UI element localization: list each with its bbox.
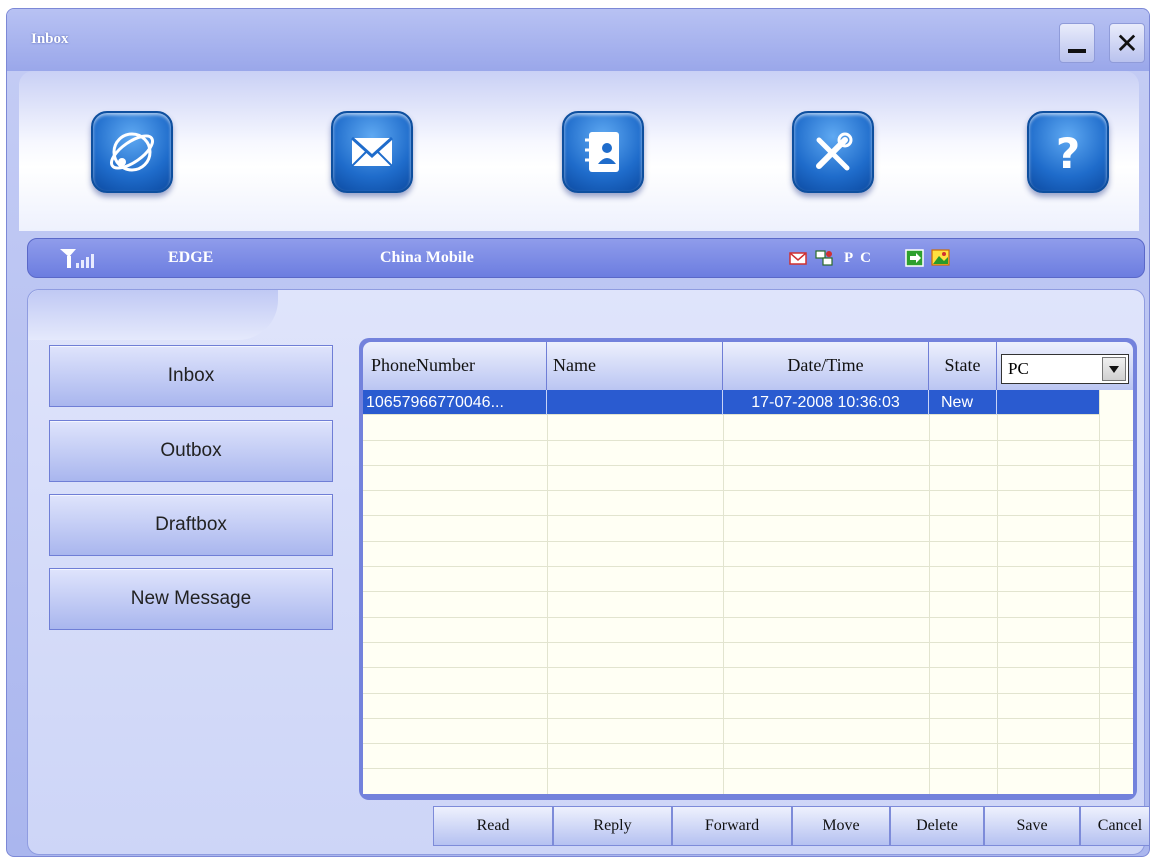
close-icon: ✕ <box>1115 26 1139 60</box>
sidebar-item-inbox[interactable]: Inbox <box>49 345 333 407</box>
main-toolbar: ? <box>19 71 1139 231</box>
cell-name <box>547 390 723 415</box>
read-button[interactable]: Read <box>433 806 553 846</box>
sidebar-item-new-message[interactable]: New Message <box>49 568 333 630</box>
table-row <box>363 415 1133 441</box>
sidebar-item-outbox[interactable]: Outbox <box>49 420 333 482</box>
status-bar: EDGE China Mobile P C <box>27 238 1145 278</box>
table-row <box>363 719 1133 745</box>
chevron-down-icon <box>1109 365 1119 373</box>
close-button[interactable]: ✕ <box>1109 23 1145 63</box>
content-panel: Inbox Outbox Draftbox New Message PhoneN… <box>27 289 1149 855</box>
delete-button[interactable]: Delete <box>890 806 984 846</box>
table-header: PhoneNumber Name Date/Time State PC <box>363 342 1133 390</box>
table-body: 10657966770046... 17-07-2008 10:36:03 Ne… <box>363 390 1133 794</box>
operator-name: China Mobile <box>380 249 474 266</box>
signal-strength-icon <box>60 249 94 268</box>
window-title: Inbox <box>31 31 69 47</box>
title-bar: Inbox ✕ <box>7 9 1149 71</box>
table-row <box>363 770 1133 794</box>
cancel-button[interactable]: Cancel <box>1080 806 1149 846</box>
phonebook-button[interactable] <box>562 111 644 193</box>
message-table: PhoneNumber Name Date/Time State PC 1065… <box>359 338 1137 800</box>
status-icons: P C <box>788 248 951 268</box>
panel-tab-decoration <box>28 290 278 340</box>
messages-button[interactable] <box>331 111 413 193</box>
forward-button[interactable]: Forward <box>672 806 792 846</box>
table-row <box>363 542 1133 568</box>
column-header-name[interactable]: Name <box>547 342 723 390</box>
table-row <box>363 491 1133 517</box>
cell-state: New <box>929 390 997 415</box>
internet-icon <box>110 132 154 172</box>
sms-window: Inbox ✕ ? EDGE China Mobile P C Inbox Ou… <box>6 8 1150 857</box>
storage-filter-value: PC <box>1008 359 1029 378</box>
column-header-state[interactable]: State <box>929 342 997 390</box>
minimize-button[interactable] <box>1059 23 1095 63</box>
table-row <box>363 744 1133 770</box>
sms-envelope-icon <box>350 136 394 167</box>
table-row <box>363 643 1133 669</box>
storage-label: P C <box>844 249 873 266</box>
move-button[interactable]: Move <box>792 806 890 846</box>
table-row <box>363 592 1133 618</box>
table-row <box>363 466 1133 492</box>
sidebar-item-draftbox[interactable]: Draftbox <box>49 494 333 556</box>
table-row <box>363 441 1133 466</box>
export-icon <box>905 249 924 267</box>
minimize-icon <box>1068 49 1086 53</box>
table-row[interactable]: 10657966770046... 17-07-2008 10:36:03 Ne… <box>363 390 1099 416</box>
dropdown-arrow-button[interactable] <box>1102 357 1126 381</box>
svg-text:?: ? <box>1056 129 1080 178</box>
table-row <box>363 618 1133 643</box>
cell-datetime: 17-07-2008 10:36:03 <box>723 390 929 415</box>
connection-icon <box>815 250 833 266</box>
settings-tools-icon <box>816 132 853 171</box>
table-row <box>363 694 1133 719</box>
storage-filter-select[interactable]: PC <box>1001 354 1129 384</box>
help-button[interactable]: ? <box>1027 111 1109 193</box>
new-message-icon <box>789 252 807 265</box>
action-button-bar: Read Reply Forward Move Delete Save Canc… <box>433 806 1149 846</box>
internet-button[interactable] <box>91 111 173 193</box>
phonebook-icon <box>585 132 619 172</box>
table-row <box>363 668 1133 694</box>
network-type: EDGE <box>168 249 214 266</box>
table-row <box>363 567 1133 593</box>
table-row <box>363 517 1133 542</box>
column-header-phonenumber[interactable]: PhoneNumber <box>363 342 547 390</box>
cell-phone-number: 10657966770046... <box>363 390 547 415</box>
image-icon <box>931 249 950 266</box>
column-header-datetime[interactable]: Date/Time <box>723 342 929 390</box>
reply-button[interactable]: Reply <box>553 806 672 846</box>
help-icon: ? <box>1056 129 1080 178</box>
settings-button[interactable] <box>792 111 874 193</box>
save-button[interactable]: Save <box>984 806 1080 846</box>
